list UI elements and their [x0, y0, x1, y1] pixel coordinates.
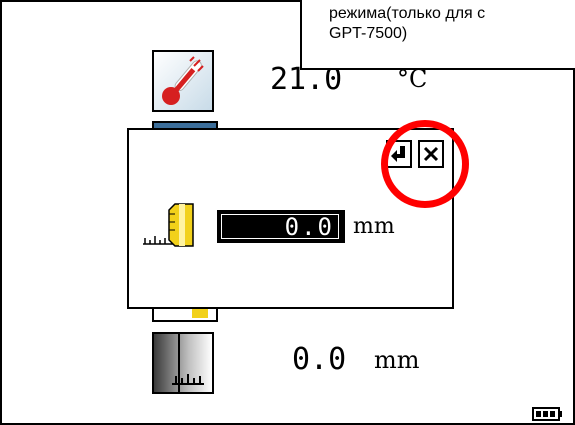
thermometer-icon [152, 50, 214, 112]
annotation-callout: режима(только для с GPT-7500) [300, 0, 575, 70]
distance-input-value: 0.0 [284, 212, 334, 241]
distance-input[interactable]: 0.0 [217, 210, 345, 243]
callout-line-2: GPT-7500) [329, 25, 408, 42]
ruler-icon [152, 332, 214, 394]
distance-unit: mm [374, 346, 420, 374]
callout-line-1: режима(только для с [329, 5, 486, 22]
distance-value: 0.0 [292, 342, 347, 377]
highlight-circle [381, 120, 469, 208]
battery-icon [532, 406, 564, 423]
distance-input-unit: mm [353, 214, 395, 239]
ruler-icon [139, 200, 199, 250]
